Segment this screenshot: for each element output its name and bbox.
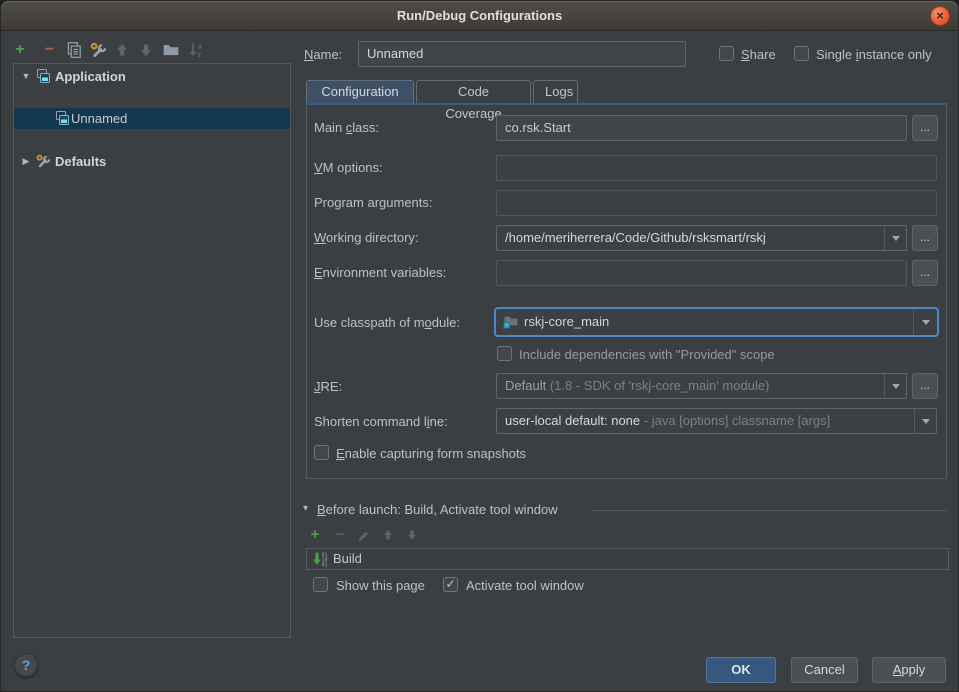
show-this-page-label: Show this page [336, 578, 425, 593]
jre-combobox[interactable]: Default (1.8 - SDK of 'rskj-core_main' m… [496, 373, 907, 399]
tree-node-defaults[interactable]: ▶ Defaults [14, 151, 290, 172]
svg-text:01: 01 [322, 563, 328, 568]
defaults-wrench-icon [35, 153, 51, 169]
configurations-tree: ▼ Application Unnamed ▶ Defaults [13, 63, 291, 638]
cancel-button[interactable]: Cancel [791, 657, 858, 683]
environment-variables-label: Environment variables: [314, 265, 446, 280]
chevron-down-icon[interactable] [914, 409, 936, 433]
show-this-page-checkbox[interactable] [313, 577, 328, 592]
share-label: Share [741, 47, 776, 62]
sort-alphabetically-icon[interactable]: az [188, 41, 206, 59]
before-launch-move-down-icon[interactable] [404, 526, 422, 544]
vm-options-label: VM options: [314, 160, 383, 175]
chevron-down-icon[interactable] [913, 309, 937, 335]
ok-button[interactable]: OK [706, 657, 776, 683]
jre-label: JRE: [314, 379, 342, 394]
tree-node-label: Unnamed [71, 108, 127, 129]
build-item-label: Build [333, 551, 362, 566]
move-down-icon[interactable] [137, 41, 155, 59]
name-label: Name: [304, 47, 342, 62]
environment-variables-browse-button[interactable]: ... [912, 260, 938, 286]
copy-configuration-icon[interactable] [65, 41, 83, 59]
single-instance-checkbox[interactable] [794, 46, 809, 61]
build-icon: 011001 [312, 551, 329, 568]
share-checkbox[interactable] [719, 46, 734, 61]
main-class-label: Main class: [314, 120, 379, 135]
main-class-input[interactable]: co.rsk.Start [496, 115, 907, 141]
application-type-icon [54, 110, 70, 126]
module-combobox[interactable]: rskj-core_main [494, 307, 939, 337]
chevron-down-icon[interactable] [884, 374, 906, 398]
activate-tool-window-checkbox[interactable]: ✓ [443, 577, 458, 592]
enable-capturing-checkbox[interactable] [314, 445, 329, 460]
before-launch-collapse-icon[interactable]: ▾ [303, 503, 308, 514]
working-directory-browse-button[interactable]: ... [912, 225, 938, 251]
tree-node-unnamed[interactable]: Unnamed [14, 108, 290, 129]
help-icon[interactable]: ? [14, 653, 38, 677]
before-launch-title: Before launch: Build, Activate tool wind… [317, 502, 558, 517]
svg-text:z: z [198, 50, 202, 59]
checkmark-icon: ✓ [445, 577, 455, 591]
edit-defaults-icon[interactable] [89, 41, 107, 59]
close-window-icon[interactable]: × [930, 6, 950, 26]
environment-variables-input[interactable] [496, 260, 907, 286]
before-launch-separator [593, 510, 947, 511]
vm-options-input[interactable] [496, 155, 937, 181]
move-up-icon[interactable] [113, 41, 131, 59]
working-directory-combobox[interactable]: /home/meriherrera/Code/Github/rsksmart/r… [496, 225, 907, 251]
tree-node-label: Defaults [55, 151, 106, 172]
tab-code-coverage[interactable]: Code Coverage [416, 80, 531, 104]
jre-browse-button[interactable]: ... [912, 373, 938, 399]
before-launch-add-icon[interactable]: + [306, 526, 324, 544]
chevron-down-icon[interactable] [884, 226, 906, 250]
enable-capturing-label: Enable capturing form snapshots [336, 446, 526, 461]
tree-node-label: Application [55, 66, 126, 87]
single-instance-label: Single instance only [816, 47, 932, 62]
shorten-command-line-label: Shorten command line: [314, 414, 448, 429]
tab-pane-accent-line [306, 103, 947, 105]
activate-tool-window-label: Activate tool window [466, 578, 584, 593]
program-arguments-input[interactable] [496, 190, 937, 216]
chevron-right-icon[interactable]: ▶ [20, 151, 32, 172]
tab-configuration[interactable]: Configuration [306, 80, 414, 104]
main-class-browse-button[interactable]: ... [912, 115, 938, 141]
chevron-down-icon[interactable]: ▼ [20, 66, 32, 87]
remove-configuration-icon[interactable]: − [40, 41, 58, 59]
name-input[interactable]: Unnamed [358, 41, 686, 67]
titlebar[interactable]: Run/Debug Configurations × [1, 1, 958, 31]
include-provided-label: Include dependencies with "Provided" sco… [519, 347, 775, 362]
include-provided-checkbox[interactable] [497, 346, 512, 361]
use-classpath-label: Use classpath of module: [314, 315, 460, 330]
module-icon [503, 313, 519, 329]
window-title: Run/Debug Configurations [1, 8, 958, 23]
before-launch-edit-icon[interactable] [355, 526, 373, 544]
program-arguments-label: Program arguments: [314, 195, 433, 210]
shorten-command-line-combobox[interactable]: user-local default: none - java [options… [496, 408, 937, 434]
add-configuration-icon[interactable]: + [11, 41, 29, 59]
tree-node-application[interactable]: ▼ Application [14, 66, 290, 87]
tab-logs[interactable]: Logs [533, 80, 578, 104]
before-launch-item-build[interactable]: 011001 Build [306, 548, 949, 570]
before-launch-move-up-icon[interactable] [380, 526, 398, 544]
run-debug-configurations-dialog: Run/Debug Configurations × + − az ▼ Appl… [0, 0, 959, 692]
new-folder-icon[interactable] [162, 41, 180, 59]
apply-button[interactable]: Apply [872, 657, 946, 683]
working-directory-label: Working directory: [314, 230, 419, 245]
before-launch-remove-icon[interactable]: − [331, 526, 349, 544]
application-type-icon [35, 68, 51, 84]
